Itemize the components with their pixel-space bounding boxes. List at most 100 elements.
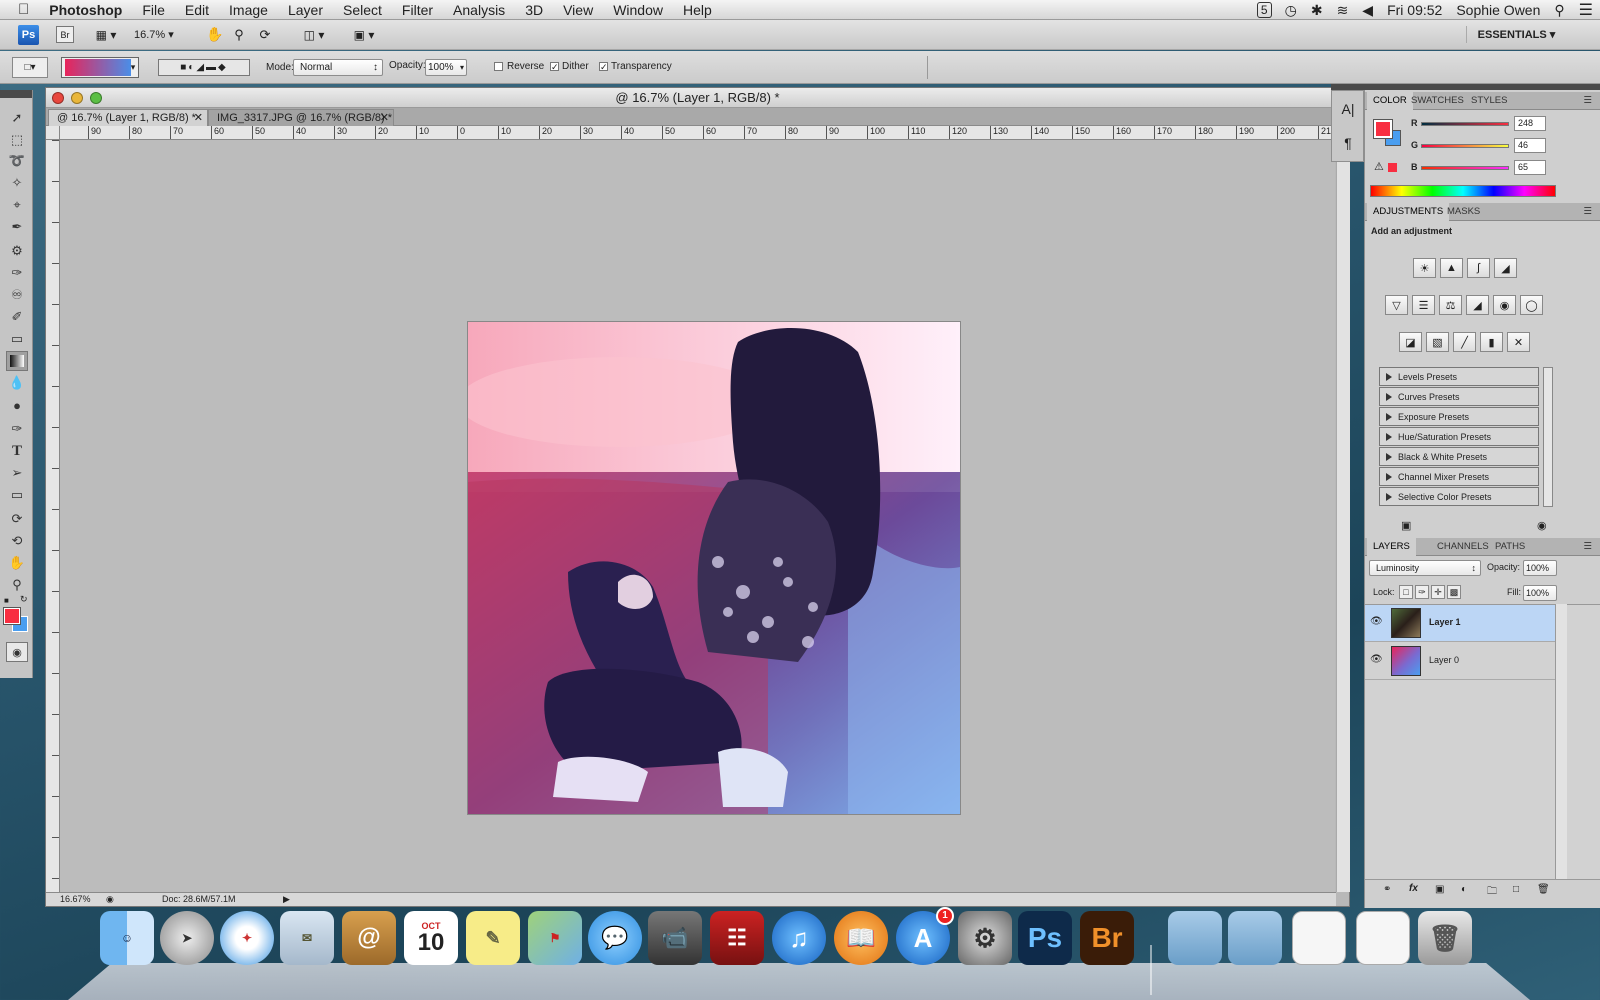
r-channel-slider[interactable] [1421, 122, 1509, 126]
g-value-field[interactable]: 46 [1514, 138, 1546, 153]
vibrance-icon[interactable]: ▽ [1385, 295, 1408, 315]
hand-tool-icon[interactable]: ✋ [206, 26, 224, 43]
posterize-icon[interactable]: ▧ [1426, 332, 1449, 352]
mail-icon[interactable]: ✉ [280, 911, 334, 965]
menu-image[interactable]: Image [219, 2, 278, 18]
tab-close-icon[interactable]: ✕ [380, 110, 389, 127]
color-balance-icon[interactable]: ⚖ [1439, 295, 1462, 315]
preset-channel-mixer[interactable]: Channel Mixer Presets [1379, 467, 1539, 486]
default-colors-icon[interactable]: ■ [4, 596, 9, 605]
fill-field[interactable]: 100% [1523, 585, 1557, 601]
foreground-color-swatch[interactable] [3, 607, 21, 625]
preset-black-white[interactable]: Black & White Presets [1379, 447, 1539, 466]
gradient-tool-icon[interactable] [6, 351, 28, 371]
view-extras-button[interactable]: ▦ ▾ [90, 26, 122, 43]
launch-bridge-button[interactable]: Br [56, 26, 74, 43]
color-spectrum-ramp[interactable] [1370, 185, 1556, 197]
ruler-origin[interactable] [46, 126, 60, 140]
spotlight-icon[interactable]: ⚲ [1547, 2, 1571, 19]
levels-icon[interactable]: ▲ [1440, 258, 1463, 278]
magic-wand-tool-icon[interactable]: ✧ [6, 173, 28, 193]
tab-paths[interactable]: PATHS [1489, 538, 1531, 556]
maps-icon[interactable]: ⚑ [528, 911, 582, 965]
channel-mixer-icon[interactable]: ◯ [1520, 295, 1543, 315]
facetime-icon[interactable]: 📹 [648, 911, 702, 965]
safari-icon[interactable]: ✦ [220, 911, 274, 965]
documents-folder-icon[interactable] [1228, 911, 1282, 965]
minimized-window-2[interactable] [1356, 911, 1410, 965]
app-store-icon[interactable]: A 1 [896, 907, 954, 965]
lock-pixels-icon[interactable]: ✑ [1415, 585, 1429, 599]
menu-file[interactable]: File [132, 2, 175, 18]
apple-menu-icon[interactable]:  [0, 1, 39, 18]
canvas-area[interactable] [60, 140, 1335, 892]
b-channel-slider[interactable] [1421, 166, 1509, 170]
photo-booth-icon[interactable]: ☷ [710, 911, 764, 965]
add-mask-icon[interactable]: ▣ [1435, 884, 1444, 895]
delete-layer-icon[interactable]: 🗑 [1537, 884, 1550, 895]
move-tool-icon[interactable]: ➚ [6, 108, 28, 128]
adobe-status-icon[interactable]: 5 [1256, 2, 1272, 18]
preset-levels[interactable]: Levels Presets [1379, 367, 1539, 386]
zoom-tool-icon[interactable]: ⚲ [6, 575, 28, 595]
paragraph-panel-icon[interactable]: ¶ [1338, 133, 1358, 153]
pen-tool-icon[interactable]: ✑ [6, 419, 28, 439]
zoom-window-button[interactable] [90, 92, 102, 104]
doc-tab-layer1[interactable]: @ 16.7% (Layer 1, RGB/8) * ✕ [48, 109, 208, 126]
menubar-user[interactable]: Sophie Owen [1449, 2, 1547, 18]
vertical-scrollbar[interactable] [1336, 126, 1350, 892]
canvas-image[interactable] [468, 322, 960, 814]
notification-center-icon[interactable]: ☰ [1572, 0, 1600, 20]
eraser-tool-icon[interactable]: ▭ [6, 329, 28, 349]
system-preferences-icon[interactable]: ⚙ [958, 911, 1012, 965]
tab-close-icon[interactable]: ✕ [194, 110, 203, 127]
menu-3d[interactable]: 3D [515, 2, 553, 18]
gradient-picker[interactable]: ▾ [61, 57, 139, 78]
mode-dropdown[interactable]: Normal ↕ [293, 59, 383, 76]
brush-tool-icon[interactable]: ✑ [6, 263, 28, 283]
menu-help[interactable]: Help [673, 2, 722, 18]
type-tool-icon[interactable]: T [6, 441, 28, 461]
lasso-tool-icon[interactable]: ➰ [6, 151, 28, 171]
shape-tool-icon[interactable]: ▭ [6, 485, 28, 505]
opacity-field[interactable]: 100% ▾ [425, 59, 467, 76]
link-layers-icon[interactable]: ⚭ [1383, 884, 1391, 895]
clone-stamp-tool-icon[interactable]: ♾ [6, 285, 28, 305]
messages-icon[interactable]: 💬 [588, 911, 642, 965]
lock-transparency-icon[interactable]: □ [1399, 585, 1413, 599]
app-menu[interactable]: Photoshop [39, 2, 132, 18]
tab-adjustments[interactable]: ADJUSTMENTS [1367, 203, 1450, 221]
healing-brush-tool-icon[interactable]: ⚙ [6, 241, 28, 261]
menu-filter[interactable]: Filter [392, 2, 443, 18]
tab-masks[interactable]: MASKS [1441, 203, 1486, 221]
g-channel-slider[interactable] [1421, 144, 1509, 148]
menu-analysis[interactable]: Analysis [443, 2, 515, 18]
preset-hue-saturation[interactable]: Hue/Saturation Presets [1379, 427, 1539, 446]
hand-tool-icon[interactable]: ✋ [6, 553, 28, 573]
panel-menu-icon[interactable]: ☰ [1577, 203, 1598, 221]
horizontal-ruler[interactable]: 90 80 70 60 50 40 30 20 10 0 10 20 30 40 50 60 70 80 90 100… [60, 126, 1335, 140]
layer-opacity-field[interactable]: 100% [1523, 560, 1557, 576]
lock-all-icon[interactable]: ▩ [1447, 585, 1461, 599]
new-group-icon[interactable]: 🗀 [1487, 884, 1497, 901]
minimized-window-1[interactable] [1292, 911, 1346, 965]
wifi-icon[interactable]: ≋ [1330, 2, 1356, 19]
menu-window[interactable]: Window [603, 2, 673, 18]
rotate-view-icon[interactable]: ⟳ [256, 26, 274, 43]
screen-mode-button[interactable]: ▣ ▾ [346, 26, 382, 43]
tab-swatches[interactable]: SWATCHES [1405, 92, 1470, 110]
workspace-switcher[interactable]: ESSENTIALS ▾ [1466, 26, 1566, 43]
finder-icon[interactable]: ☺ [100, 911, 154, 965]
document-title-bar[interactable]: @ 16.7% (Layer 1, RGB/8) * [46, 88, 1349, 108]
preset-selective-color[interactable]: Selective Color Presets [1379, 487, 1539, 506]
hue-saturation-icon[interactable]: ☰ [1412, 295, 1435, 315]
3d-rotate-tool-icon[interactable]: ⟳ [6, 509, 28, 529]
history-brush-tool-icon[interactable]: ✐ [6, 307, 28, 327]
lock-position-icon[interactable]: ✛ [1431, 585, 1445, 599]
transparency-checkbox[interactable]: ✓ [599, 62, 608, 72]
volume-icon[interactable]: ◀ [1355, 2, 1380, 19]
threshold-icon[interactable]: ╱ [1453, 332, 1476, 352]
path-selection-tool-icon[interactable]: ➢ [6, 463, 28, 483]
invert-icon[interactable]: ◪ [1399, 332, 1422, 352]
time-machine-icon[interactable]: ◷ [1278, 2, 1304, 19]
